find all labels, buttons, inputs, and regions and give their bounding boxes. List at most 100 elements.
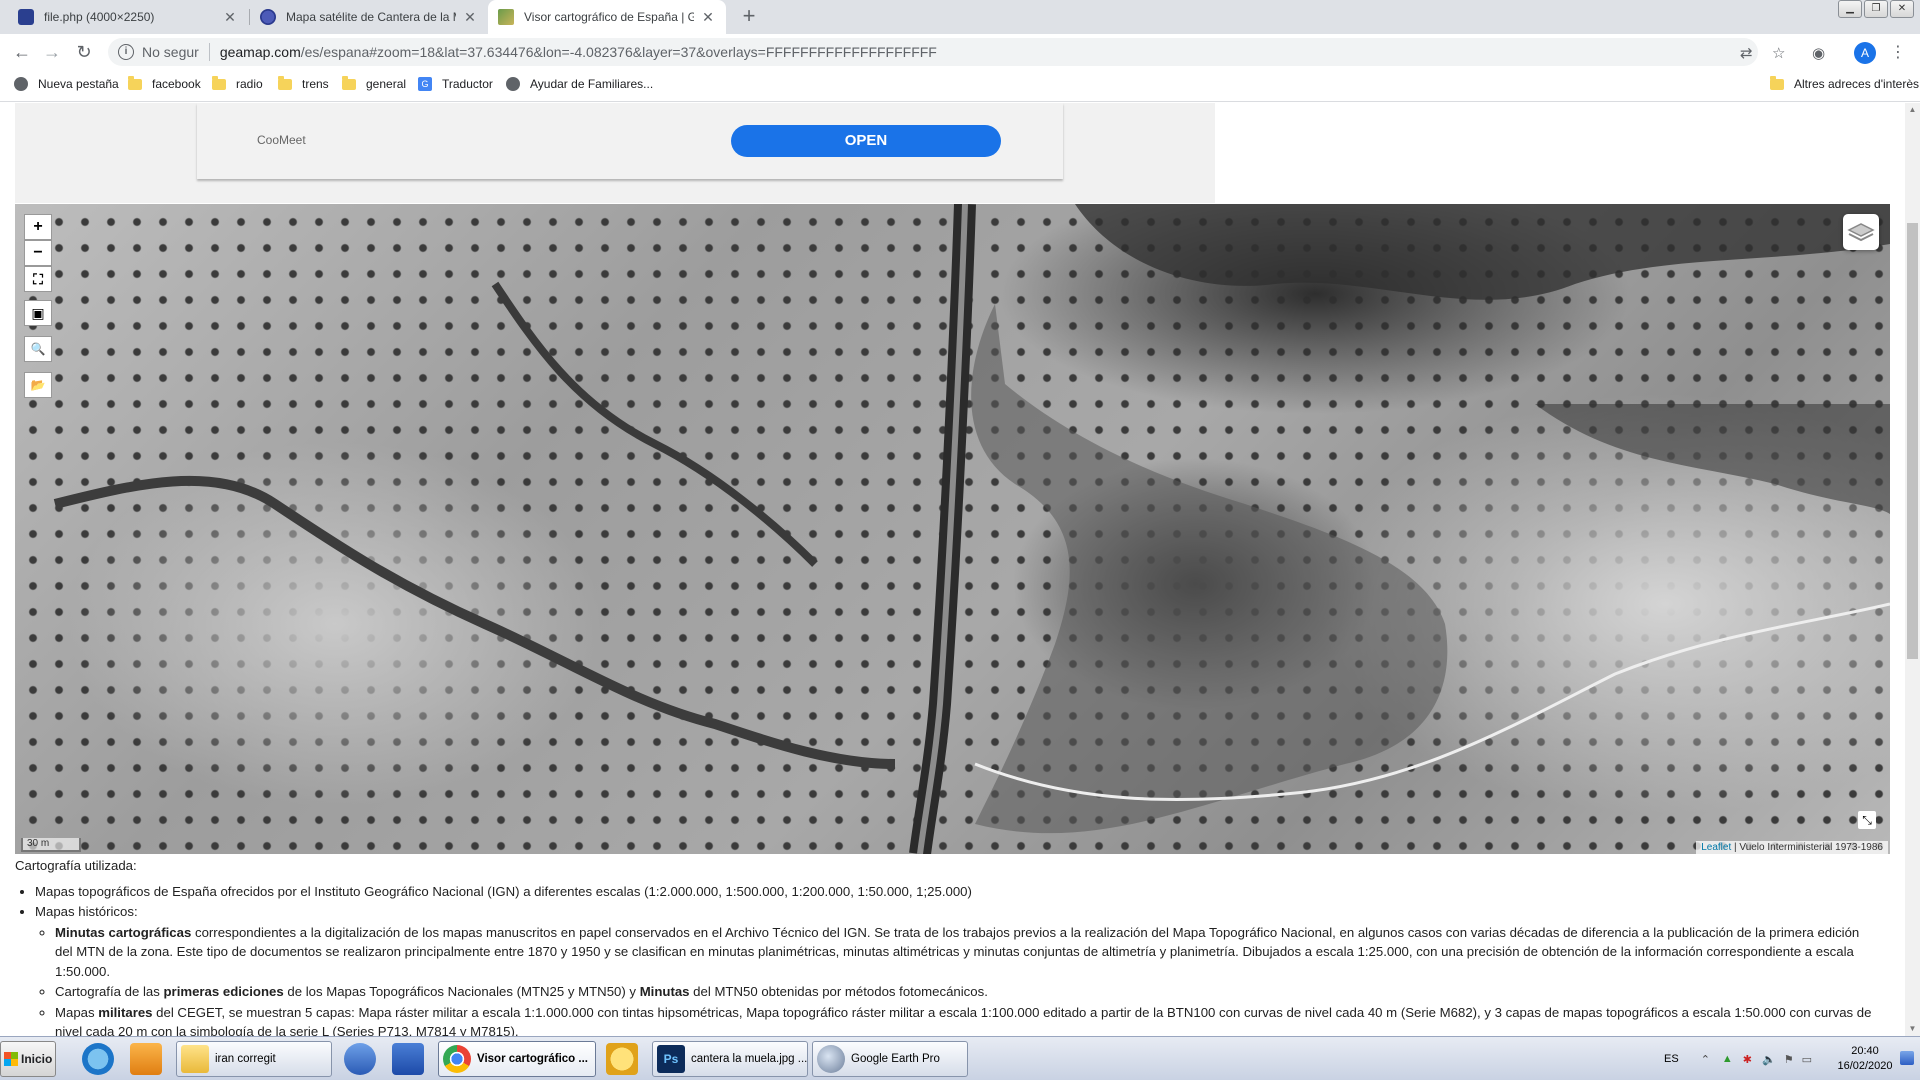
network-tray-icon[interactable]: ▲: [1722, 1053, 1733, 1065]
security-tray-icon[interactable]: ✱: [1743, 1053, 1752, 1066]
show-desktop-icon[interactable]: [1900, 1051, 1914, 1065]
leaflet-link[interactable]: Leaflet: [1701, 842, 1731, 853]
close-window-button[interactable]: ✕: [1890, 0, 1914, 18]
reload-button[interactable]: ↻: [70, 39, 98, 67]
bold-term: primeras ediciones: [163, 984, 284, 999]
bookmark-label: radio: [236, 77, 263, 91]
print-button[interactable]: ▣: [24, 300, 52, 326]
bookmark-star-icon[interactable]: ☆: [1772, 44, 1785, 62]
word-icon[interactable]: [392, 1043, 424, 1075]
layers-button[interactable]: [1843, 214, 1879, 250]
fullscreen-button[interactable]: ⛶: [24, 266, 52, 292]
translate-icon[interactable]: ⇄: [1740, 44, 1753, 62]
scrollbar-thumb[interactable]: [1907, 223, 1918, 659]
clock[interactable]: 20:40 16/02/2020: [1830, 1044, 1900, 1074]
restore-button[interactable]: ❐: [1864, 0, 1888, 18]
start-label: Inicio: [21, 1052, 53, 1066]
close-icon[interactable]: ✕: [700, 9, 716, 26]
translate-icon: G: [418, 77, 432, 91]
tab-title: Visor cartográfico de España | GeaMap: [524, 10, 694, 24]
dark-vegetation-area: [1535, 404, 1890, 514]
browser-toolbar: ← → ↻ i No segur geamap.com/es/espana#zo…: [0, 34, 1920, 70]
ad-card[interactable]: CooMeet OPEN: [197, 103, 1063, 179]
network-icon[interactable]: [344, 1043, 376, 1075]
tab-visor-cartografico[interactable]: Visor cartográfico de España | GeaMap ✕: [488, 0, 726, 34]
url-host: geamap.com: [219, 44, 301, 60]
taskbar-item-label: iran corregit: [215, 1053, 276, 1065]
taskbar-item-iran-corregit[interactable]: iran corregit: [176, 1041, 332, 1077]
bookmark-nueva-pestana[interactable]: Nueva pestaña: [14, 77, 119, 91]
open-file-button[interactable]: 📂: [24, 372, 52, 398]
bookmark-ayudar[interactable]: Ayudar de Familiares...: [506, 77, 653, 91]
page-scrollbar[interactable]: ▲ ▼: [1905, 103, 1920, 1036]
list-item-text: Mapas: [55, 1004, 99, 1020]
quarry-area: [971, 304, 1448, 834]
messenger-icon[interactable]: [606, 1043, 638, 1075]
chevron-up-icon[interactable]: ⌃: [1701, 1053, 1710, 1066]
folder-icon: [212, 75, 226, 90]
globe-icon: [14, 77, 28, 91]
bookmark-traductor[interactable]: G Traductor: [418, 77, 493, 91]
omnibox-divider: [208, 43, 210, 61]
scroll-up-arrow[interactable]: ▲: [1905, 103, 1920, 117]
bookmark-radio[interactable]: radio: [212, 75, 263, 91]
bookmark-general[interactable]: general: [342, 75, 407, 91]
back-button[interactable]: ←: [8, 39, 36, 67]
bookmark-label: Nueva pestaña: [38, 77, 119, 91]
forward-button[interactable]: →: [38, 39, 66, 67]
menu-icon[interactable]: ⋮: [1890, 42, 1906, 62]
new-tab-button[interactable]: +: [736, 4, 762, 30]
bookmark-trens[interactable]: trens: [278, 75, 329, 91]
zoom-out-button[interactable]: −: [24, 240, 52, 266]
expand-icon[interactable]: ⤡: [1858, 811, 1876, 829]
bookmark-altres-adreces[interactable]: Altres adreces d'interès: [1770, 75, 1919, 91]
volume-icon[interactable]: 🔈: [1762, 1053, 1776, 1066]
taskbar-item-visor-cartografico[interactable]: Visor cartográfico ...: [438, 1041, 596, 1077]
tab-mapa-satelite[interactable]: Mapa satélite de Cantera de la Muela ✕: [250, 0, 488, 34]
bookmark-facebook[interactable]: facebook: [128, 75, 201, 91]
system-tray: ES ⌃ ▲ ✱ 🔈 ⚑ ▭ 20:40 16/02/2020: [1660, 1041, 1920, 1077]
cartography-description: Cartografía utilizada: Mapas topográfico…: [15, 856, 1875, 1036]
minimize-button[interactable]: ▁: [1838, 0, 1862, 18]
clock-time: 20:40: [1851, 1045, 1879, 1057]
taskbar-item-label: cantera la muela.jpg ...: [691, 1053, 808, 1065]
media-player-icon[interactable]: [130, 1043, 162, 1075]
scroll-down-arrow[interactable]: ▼: [1905, 1022, 1920, 1036]
bookmark-label: facebook: [152, 77, 201, 91]
taskbar-item-photoshop[interactable]: Ps cantera la muela.jpg ...: [652, 1041, 808, 1077]
page-content: CooMeet OPEN + − ⛶ ▣ 🔍 📂 ⤡ 30 m Leaflet …: [0, 103, 1920, 1036]
address-bar[interactable]: i No segur geamap.com/es/espana#zoom=18&…: [108, 38, 1758, 66]
windows-logo-icon: [4, 1052, 18, 1066]
tab-title: Mapa satélite de Cantera de la Muela: [286, 10, 456, 24]
close-icon[interactable]: ✕: [462, 9, 478, 26]
map-view[interactable]: + − ⛶ ▣ 🔍 📂 ⤡ 30 m Leaflet | Vuelo Inter…: [15, 204, 1890, 854]
attribution-text: | Vuelo Interministerial 1973-1986: [1731, 842, 1883, 853]
profile-avatar[interactable]: A: [1854, 42, 1876, 64]
flag-icon[interactable]: ⚑: [1784, 1053, 1794, 1066]
window-controls: ▁ ❐ ✕: [1836, 0, 1914, 18]
terrain-features: [53, 204, 1890, 854]
windows-taskbar: Inicio iran corregit Visor cartográfico …: [0, 1036, 1920, 1080]
extension-icon[interactable]: ◉: [1812, 44, 1825, 62]
clock-date: 16/02/2020: [1837, 1060, 1893, 1072]
stream-line: [491, 281, 818, 567]
folder-icon: [1770, 75, 1784, 90]
list-item: Mapas históricos: Minutas cartográficas …: [35, 902, 1875, 1036]
info-icon[interactable]: i: [118, 44, 134, 60]
close-icon[interactable]: ✕: [222, 9, 238, 26]
ad-open-button[interactable]: OPEN: [731, 125, 1001, 157]
scale-bar: 30 m: [21, 838, 81, 852]
globe-icon: [506, 77, 520, 91]
language-indicator[interactable]: ES: [1664, 1053, 1679, 1065]
search-button[interactable]: 🔍: [24, 336, 52, 362]
zoom-in-button[interactable]: +: [24, 214, 52, 240]
tab-file-php[interactable]: file.php (4000×2250) ✕: [8, 0, 248, 34]
geamap-icon: [498, 9, 514, 25]
internet-explorer-icon[interactable]: [82, 1043, 114, 1075]
start-button[interactable]: Inicio: [0, 1041, 56, 1077]
taskbar-item-google-earth[interactable]: Google Earth Pro: [812, 1041, 968, 1077]
historical-maps-list: Minutas cartográficas correspondientes a…: [35, 923, 1875, 1037]
power-icon[interactable]: ▭: [1802, 1053, 1812, 1066]
bookmark-label: general: [366, 77, 407, 91]
bold-term: Minutas: [639, 984, 690, 999]
